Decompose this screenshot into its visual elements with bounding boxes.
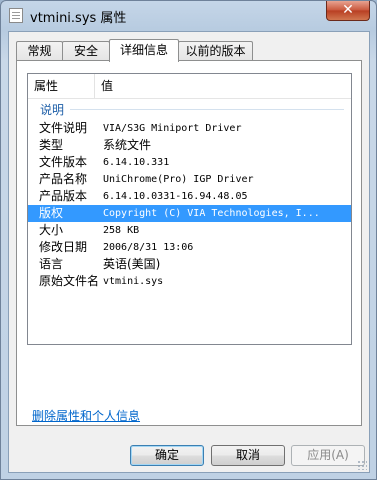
row-value: 258 KB — [103, 225, 140, 236]
details-panel: 属性 值 说明 文件说明 VIA/S3G Miniport Driver 类型 系统… — [16, 60, 362, 426]
table-row-selected[interactable]: 版权 Copyright (C) VIA Technologies, I... — [28, 205, 351, 222]
resize-grip[interactable] — [357, 460, 367, 470]
properties-window: vtmini.sys 属性 ✕ 常规 安全 详细信息 以前的版本 属性 值 说明… — [0, 0, 377, 480]
row-key: 类型 — [39, 138, 64, 152]
row-value: 系统文件 — [103, 138, 152, 152]
row-key: 版权 — [39, 206, 64, 220]
row-key: 产品名称 — [39, 172, 88, 186]
close-icon: ✕ — [342, 2, 354, 18]
close-button[interactable]: ✕ — [326, 1, 370, 21]
details-listview[interactable]: 属性 值 说明 文件说明 VIA/S3G Miniport Driver 类型 系统… — [27, 73, 352, 345]
group-divider — [70, 109, 344, 110]
table-row[interactable]: 文件说明 VIA/S3G Miniport Driver — [28, 120, 351, 137]
remove-properties-link[interactable]: 删除属性和个人信息 — [32, 407, 140, 424]
row-key: 大小 — [39, 223, 64, 237]
details-rows: 文件说明 VIA/S3G Miniport Driver 类型 系统文件 文件版本 6… — [28, 120, 351, 290]
table-row[interactable]: 语言 英语(美国) — [28, 256, 351, 273]
table-row[interactable]: 产品名称 UniChrome(Pro) IGP Driver — [28, 171, 351, 188]
title-bar[interactable]: vtmini.sys 属性 ✕ — [1, 1, 376, 31]
row-value: 英语(美国) — [103, 257, 161, 271]
group-description[interactable]: 说明 — [36, 99, 346, 119]
row-value: VIA/S3G Miniport Driver — [103, 123, 242, 134]
row-key: 文件说明 — [39, 121, 88, 135]
window-title: vtmini.sys 属性 — [30, 11, 127, 26]
table-row[interactable]: 文件版本 6.14.10.331 — [28, 154, 351, 171]
apply-button[interactable]: 应用(A) — [291, 445, 365, 466]
row-value: 6.14.10.331 — [103, 157, 170, 168]
ok-button[interactable]: 确定 — [130, 445, 204, 466]
row-value: UniChrome(Pro) IGP Driver — [103, 174, 254, 185]
table-row[interactable]: 类型 系统文件 — [28, 137, 351, 154]
table-row[interactable]: 产品版本 6.14.10.0331-16.94.48.05 — [28, 188, 351, 205]
table-row[interactable]: 原始文件名 vtmini.sys — [28, 273, 351, 290]
cancel-button[interactable]: 取消 — [211, 445, 285, 466]
row-value: 2006/8/31 13:06 — [103, 242, 194, 253]
column-header-value[interactable]: 值 — [95, 74, 350, 98]
column-header-property[interactable]: 属性 — [28, 74, 95, 98]
tab-security[interactable]: 安全 — [62, 41, 110, 61]
row-key: 修改日期 — [39, 240, 88, 254]
table-row[interactable]: 修改日期 2006/8/31 13:06 — [28, 239, 351, 256]
row-key: 文件版本 — [39, 155, 88, 169]
tab-general[interactable]: 常规 — [16, 41, 63, 61]
file-icon — [9, 8, 23, 23]
group-label: 说明 — [40, 103, 65, 117]
row-value: 6.14.10.0331-16.94.48.05 — [103, 191, 248, 202]
listview-header: 属性 值 — [28, 74, 351, 99]
row-key: 语言 — [39, 257, 64, 271]
table-row[interactable]: 大小 258 KB — [28, 222, 351, 239]
tab-previous-versions[interactable]: 以前的版本 — [178, 41, 253, 61]
row-value: vtmini.sys — [103, 276, 164, 287]
row-key: 原始文件名 — [39, 274, 100, 288]
row-value: Copyright (C) VIA Technologies, I... — [103, 208, 320, 219]
dialog-client: 常规 安全 详细信息 以前的版本 属性 值 说明 文件说明 VIA/S3G Min… — [8, 31, 370, 473]
row-key: 产品版本 — [39, 189, 88, 203]
tab-details[interactable]: 详细信息 — [109, 39, 179, 62]
